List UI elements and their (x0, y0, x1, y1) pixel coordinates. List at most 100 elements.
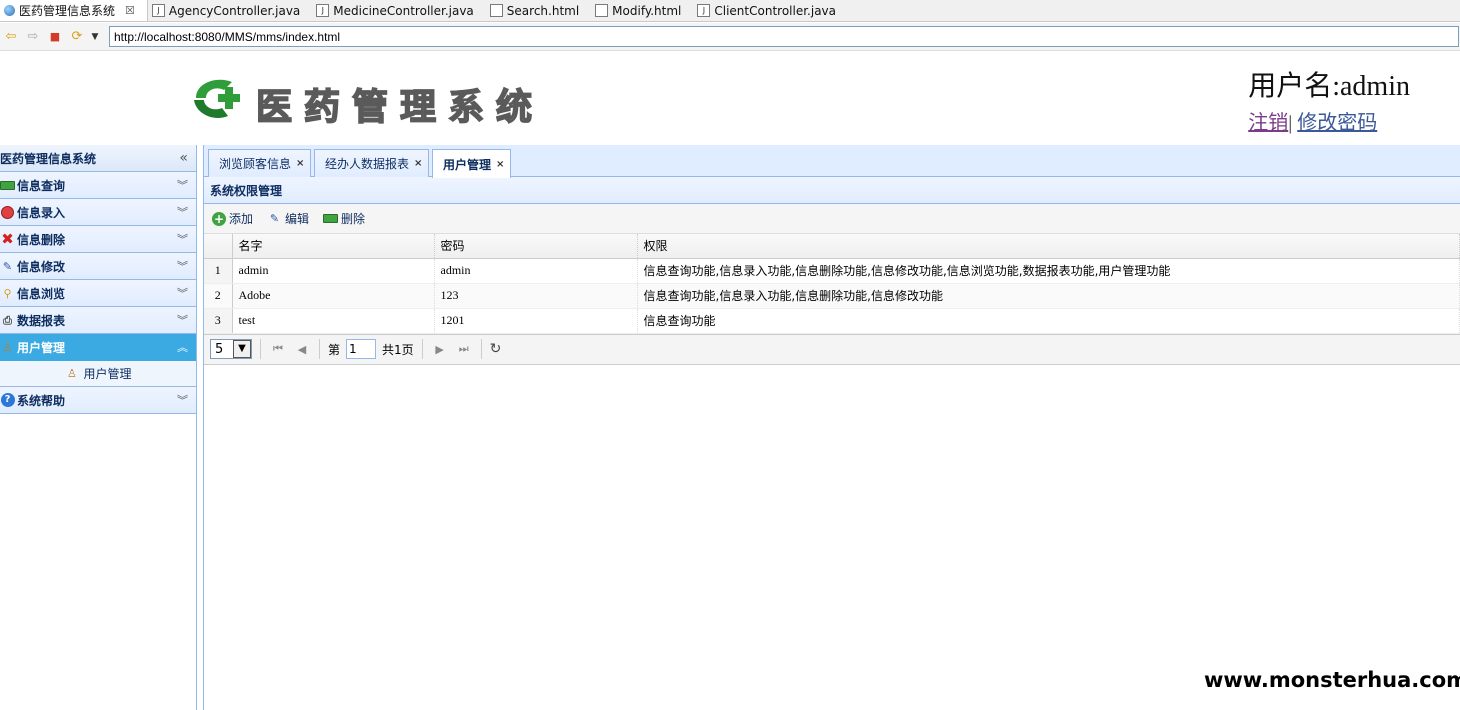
tab-label: 浏览顾客信息 (219, 157, 292, 171)
tab-strip: 浏览顾客信息 × 经办人数据报表 × 用户管理 × (204, 145, 1460, 178)
ide-tab-label: MedicineController.java (333, 3, 474, 18)
column-header-permissions[interactable]: 权限 (637, 234, 1460, 259)
ide-tab-search-html[interactable]: Search.html (486, 0, 591, 21)
user-table: 名字 密码 权限 1 admin admin 信息查询功能,信息录入功能,信息删… (204, 234, 1460, 334)
html-file-icon (489, 4, 503, 17)
delete-x-icon: ✖ (1, 229, 14, 248)
plus-icon: + (212, 211, 226, 226)
page-header: 医药管理系统 用户名:admin 注销| 修改密码 (0, 52, 1460, 144)
chevron-down-icon: ︾ (177, 260, 188, 273)
chevron-down-icon: ︾ (177, 314, 188, 327)
back-arrow-icon[interactable]: ⇦ (0, 26, 22, 48)
page-number-input[interactable] (346, 339, 377, 359)
cell-password: 1201 (434, 308, 638, 334)
ide-tab-label: ClientController.java (714, 3, 836, 18)
close-icon[interactable]: ☒ (125, 4, 135, 17)
no-entry-icon (1, 205, 14, 219)
java-file-icon: J (697, 4, 711, 17)
sidebar-subitem-label: 用户管理 (83, 367, 132, 381)
table-row[interactable]: 1 admin admin 信息查询功能,信息录入功能,信息删除功能,信息修改功… (204, 258, 1460, 284)
url-input[interactable] (109, 26, 1459, 47)
sidebar-item-query[interactable]: 信息查询 ︾ (0, 172, 196, 199)
sidebar-item-label: 信息修改 (17, 259, 66, 274)
column-header-name[interactable]: 名字 (232, 234, 435, 259)
user-icon: ♙ (67, 367, 77, 380)
table-row[interactable]: 2 Adobe 123 信息查询功能,信息录入功能,信息删除功能,信息修改功能 (204, 283, 1460, 309)
add-button[interactable]: + 添加 (212, 210, 253, 227)
chevron-down-icon: ︾ (177, 179, 188, 192)
stop-icon[interactable]: ■ (44, 26, 66, 48)
forward-arrow-icon[interactable]: ⇨ (22, 26, 44, 48)
tab-user-mgmt[interactable]: 用户管理 × (432, 149, 512, 178)
tab-label: 经办人数据报表 (325, 157, 410, 171)
sidebar-item-label: 信息查询 (17, 178, 66, 193)
cell-password: admin (434, 258, 638, 284)
reload-icon[interactable]: ↻ (490, 341, 502, 357)
cell-name: Adobe (232, 283, 435, 309)
chevron-down-icon: ▼ (233, 340, 251, 358)
ide-tab-strip: 医药管理信息系统 ☒ J AgencyController.java J Med… (0, 0, 1460, 22)
ide-tab-label: Modify.html (612, 3, 682, 18)
sidebar-item-browse[interactable]: ⚲ 信息浏览 ︾ (0, 280, 196, 307)
ide-tab-modify-html[interactable]: Modify.html (591, 0, 693, 21)
dropdown-arrow-icon[interactable]: ▼ (88, 26, 102, 48)
cell-name: admin (232, 258, 435, 284)
divider (319, 339, 320, 359)
prev-page-icon[interactable]: ◀ (293, 343, 311, 356)
sidebar-item-help[interactable]: ? 系统帮助 ︾ (0, 387, 196, 414)
ide-tab-agency-controller[interactable]: J AgencyController.java (148, 0, 312, 21)
tab-agent-report[interactable]: 经办人数据报表 × (314, 149, 430, 177)
row-number: 2 (204, 283, 233, 309)
table-row[interactable]: 3 test 1201 信息查询功能 (204, 308, 1460, 334)
help-icon: ? (0, 393, 15, 407)
pencil-icon: ✎ (2, 259, 13, 273)
sidebar-subitem-user-mgmt[interactable]: ♙ 用户管理 (0, 361, 196, 387)
delete-button[interactable]: 删除 (323, 210, 365, 227)
user-links: 注销| 修改密码 (1248, 106, 1410, 135)
chevron-down-icon: ︾ (177, 394, 188, 407)
add-label: 添加 (229, 212, 254, 226)
sidebar-item-report[interactable]: ⎙ 数据报表 ︾ (0, 307, 196, 334)
main-panel: 浏览顾客信息 × 经办人数据报表 × 用户管理 × 系统权限管理 + 添加 ✎ … (203, 145, 1460, 710)
user-info: 用户名:admin 注销| 修改密码 (1248, 64, 1410, 135)
refresh-icon[interactable]: ⟳ (66, 26, 88, 48)
sidebar-item-entry[interactable]: 信息录入 ︾ (0, 199, 196, 226)
divider (480, 339, 482, 359)
cell-name: test (232, 308, 435, 334)
ide-tab-medicine-controller[interactable]: J MedicineController.java (312, 0, 486, 21)
watermark: www.monsterhua.com (1200, 650, 1460, 710)
printer-icon: ⎙ (3, 313, 12, 327)
sidebar-item-modify[interactable]: ✎ 信息修改 ︾ (0, 253, 196, 280)
close-icon[interactable]: × (414, 158, 422, 169)
sidebar-item-label: 信息删除 (17, 232, 66, 247)
sidebar-item-user-mgmt[interactable]: ♙ 用户管理 ︽ (0, 334, 196, 361)
magnifier-icon: ⚲ (3, 286, 12, 300)
sidebar-item-label: 数据报表 (17, 313, 66, 328)
ide-tab-browser[interactable]: 医药管理信息系统 ☒ (0, 0, 148, 21)
edit-button[interactable]: ✎ 编辑 (267, 210, 309, 227)
ide-tab-label: 医药管理信息系统 (19, 4, 116, 18)
globe-icon (4, 5, 15, 16)
page-size-select[interactable]: 5 ▼ (210, 339, 252, 359)
sidebar-title-label: 医药管理信息系统 (0, 151, 97, 166)
chevron-down-icon: ︾ (177, 287, 188, 300)
sidebar: 医药管理信息系统 « 信息查询 ︾ 信息录入 ︾ ✖ 信息删除 ︾ ✎ 信息修改 ︾… (0, 145, 197, 710)
ide-tab-client-controller[interactable]: J ClientController.java (693, 0, 848, 21)
logout-link[interactable]: 注销 (1248, 112, 1288, 134)
panel-title: 系统权限管理 (204, 177, 1460, 204)
table-header-row: 名字 密码 权限 (204, 234, 1460, 259)
minus-icon (0, 180, 15, 190)
link-separator: | (1288, 112, 1293, 134)
last-page-icon[interactable]: ⏭ (455, 342, 473, 356)
column-header-password[interactable]: 密码 (434, 234, 638, 259)
row-number: 3 (204, 308, 233, 334)
chevron-down-icon: ︾ (177, 206, 188, 219)
change-password-link[interactable]: 修改密码 (1297, 112, 1377, 134)
sidebar-item-delete[interactable]: ✖ 信息删除 ︾ (0, 226, 196, 253)
close-icon[interactable]: × (296, 158, 304, 169)
collapse-icon[interactable]: « (179, 150, 188, 166)
first-page-icon[interactable]: ⏮ (269, 342, 287, 356)
tab-browse-customers[interactable]: 浏览顾客信息 × (208, 149, 312, 177)
next-page-icon[interactable]: ▶ (431, 343, 449, 356)
close-icon[interactable]: × (496, 159, 504, 170)
